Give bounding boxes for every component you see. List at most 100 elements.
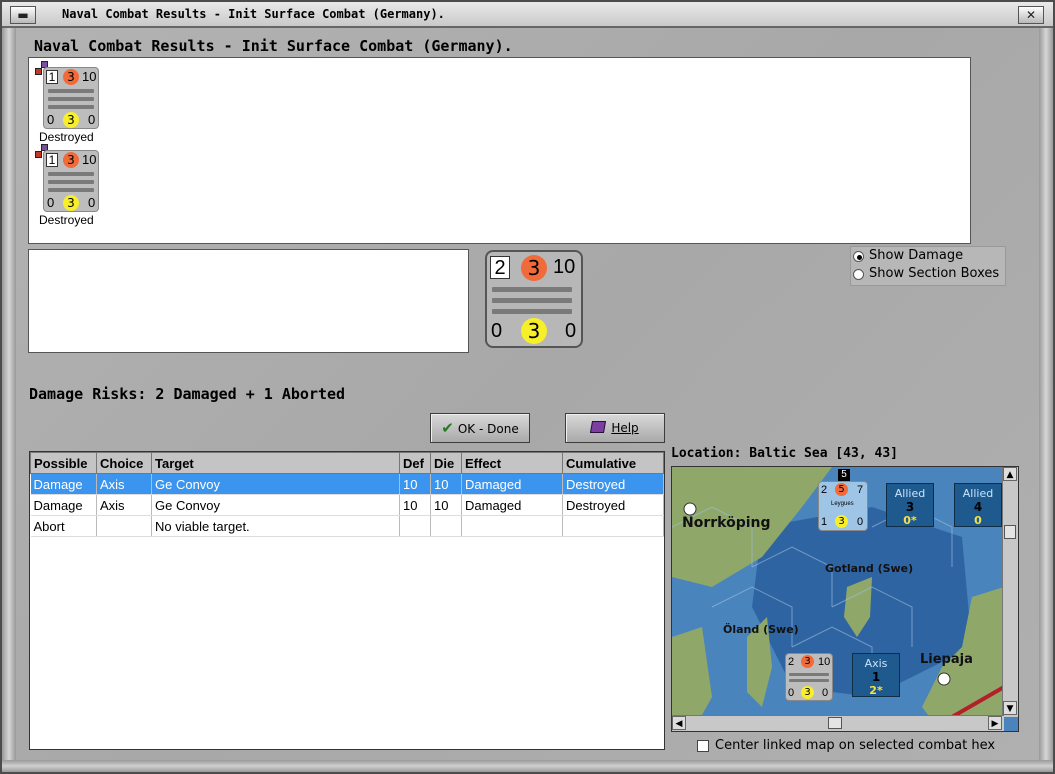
cell-effect: Damaged [461,494,563,516]
cell-possible: Damage [30,473,97,495]
checkmark-icon: ✔ [441,419,454,437]
cell-possible: Abort [30,515,97,537]
help-label: Help [611,421,639,435]
column-header[interactable]: Effect [461,452,563,474]
unit-card[interactable]: 1 3 10 0 3 0 Destroyed [33,60,103,144]
cell-die [430,515,462,537]
show-damage-radio[interactable] [853,251,864,262]
map-label-gotland: Gotland (Swe) [825,562,914,575]
ship-silhouette-icon [48,188,94,192]
cell-effect [461,515,563,537]
unit-counter: 1 3 10 0 3 0 [43,150,99,212]
ship-silhouette-icon [48,89,94,93]
map-location-label: Location: Baltic Sea [43, 43] [671,446,898,461]
show-damage-label[interactable]: Show Damage [869,248,963,263]
ship-silhouette-icon [789,679,829,682]
linked-map[interactable]: Norrköping Gotland (Swe) Öland (Swe) Lie… [671,466,1019,732]
axis-box[interactable]: Axis 1 2* [852,653,900,697]
page-title: Naval Combat Results - Init Surface Comb… [34,37,513,55]
scroll-down-arrow-icon[interactable]: ▼ [1003,701,1017,715]
map-unit-d: 0 [788,687,795,699]
allied-box[interactable]: Allied 4 0 [954,483,1002,527]
right-edge [1039,28,1053,762]
window-title: Naval Combat Results - Init Surface Comb… [62,7,445,21]
ok-done-button[interactable]: ✔ OK - Done [430,413,530,443]
unit-card[interactable]: 1 3 10 0 3 0 Destroyed [33,143,103,227]
map-unit-name: Leygues [831,501,854,507]
cell-choice [96,515,152,537]
table-row[interactable]: Damage Axis Ge Convoy 10 10 Damaged Dest… [30,494,664,516]
center-linked-map-checkbox[interactable] [697,740,709,752]
map-horizontal-scrollbar[interactable]: ◀ ▶ [672,715,1004,731]
stack-count: 5 [838,469,850,481]
show-section-boxes-radio[interactable] [853,269,864,280]
column-header[interactable]: Die [430,452,462,474]
display-options: Show Damage Show Section Boxes [850,246,1006,286]
unit-bottom-mid-value: 3 [63,112,79,128]
axis-box-label: Axis [864,657,888,670]
map-unit-e: 3 [835,515,848,528]
map-unit-b: 5 [835,483,848,496]
help-button[interactable]: Help [565,413,665,443]
map-label-liepaja: Liepaja [920,652,973,667]
table-row[interactable]: Damage Axis Ge Convoy 10 10 Damaged Dest… [30,473,664,495]
allied-box-subvalue: 0 [974,514,982,527]
allied-box[interactable]: Allied 3 0* [886,483,934,527]
column-header[interactable]: Possible [30,452,97,474]
cell-die: 10 [430,473,462,495]
title-bar: ▬ Naval Combat Results - Init Surface Co… [2,2,1053,28]
scroll-right-arrow-icon[interactable]: ▶ [988,716,1002,730]
cell-possible: Damage [30,494,97,516]
column-header[interactable]: Cumulative [562,452,664,474]
center-linked-map-label[interactable]: Center linked map on selected combat hex [715,738,995,753]
cell-target: Ge Convoy [151,494,400,516]
scroll-up-arrow-icon[interactable]: ▲ [1003,467,1017,481]
allied-box-label: Allied [962,487,994,500]
damage-table: Possible Choice Target Def Die Effect Cu… [29,451,665,750]
horizontal-scroll-thumb[interactable] [828,717,842,729]
unit-bottom-right-value: 0 [88,112,96,127]
naval-combat-window: ▬ Naval Combat Results - Init Surface Co… [0,0,1055,774]
cell-target: Ge Convoy [151,473,400,495]
map-vertical-scrollbar[interactable]: ▲ ▼ [1002,467,1018,717]
cell-effect: Damaged [461,473,563,495]
unit-bottom-right-value: 0 [88,195,96,210]
ship-silhouette-icon [492,309,572,314]
damage-risks-summary: Damage Risks: 2 Damaged + 1 Aborted [29,385,346,403]
ship-silhouette-icon [48,105,94,109]
allied-box-value: 4 [973,500,983,514]
column-header[interactable]: Target [151,452,400,474]
map-unit-bottom[interactable]: 2 3 10 0 3 0 [785,653,833,701]
map-unit-c: 7 [857,484,864,496]
ship-silhouette-icon [48,97,94,101]
map-unit-b: 3 [801,655,814,668]
cell-die: 10 [430,494,462,516]
cell-choice: Axis [96,473,152,495]
ship-silhouette-icon [48,172,94,176]
allied-box-subvalue: 0* [903,514,917,527]
unit-status: Destroyed [39,130,94,144]
map-unit-top[interactable]: 2 5 7 Leygues 1 3 0 [818,481,868,531]
map-unit-f: 0 [857,516,864,528]
scroll-left-arrow-icon[interactable]: ◀ [672,716,686,730]
allied-box-label: Allied [894,487,926,500]
nation-flag-icon [35,68,42,75]
cell-cumulative: Destroyed [562,473,664,495]
axis-box-subvalue: 2* [869,684,883,697]
map-unit-a: 2 [821,484,828,496]
close-button[interactable]: ✕ [1018,6,1044,24]
minimize-button[interactable]: ▬ [10,6,36,24]
unit-right-value: 10 [82,152,97,167]
map-unit-a: 2 [788,656,795,668]
column-header[interactable]: Def [399,452,431,474]
column-header[interactable]: Choice [96,452,152,474]
selected-bottom-right-value: 0 [565,320,577,342]
left-edge [2,28,16,762]
table-row[interactable]: Abort No viable target. [30,515,664,537]
selected-bottom-left-value: 0 [491,320,503,342]
cell-def: 10 [399,473,431,495]
cell-choice: Axis [96,494,152,516]
vertical-scroll-thumb[interactable] [1004,525,1016,539]
show-section-boxes-label[interactable]: Show Section Boxes [869,266,999,281]
unit-attack-value: 3 [63,69,79,85]
